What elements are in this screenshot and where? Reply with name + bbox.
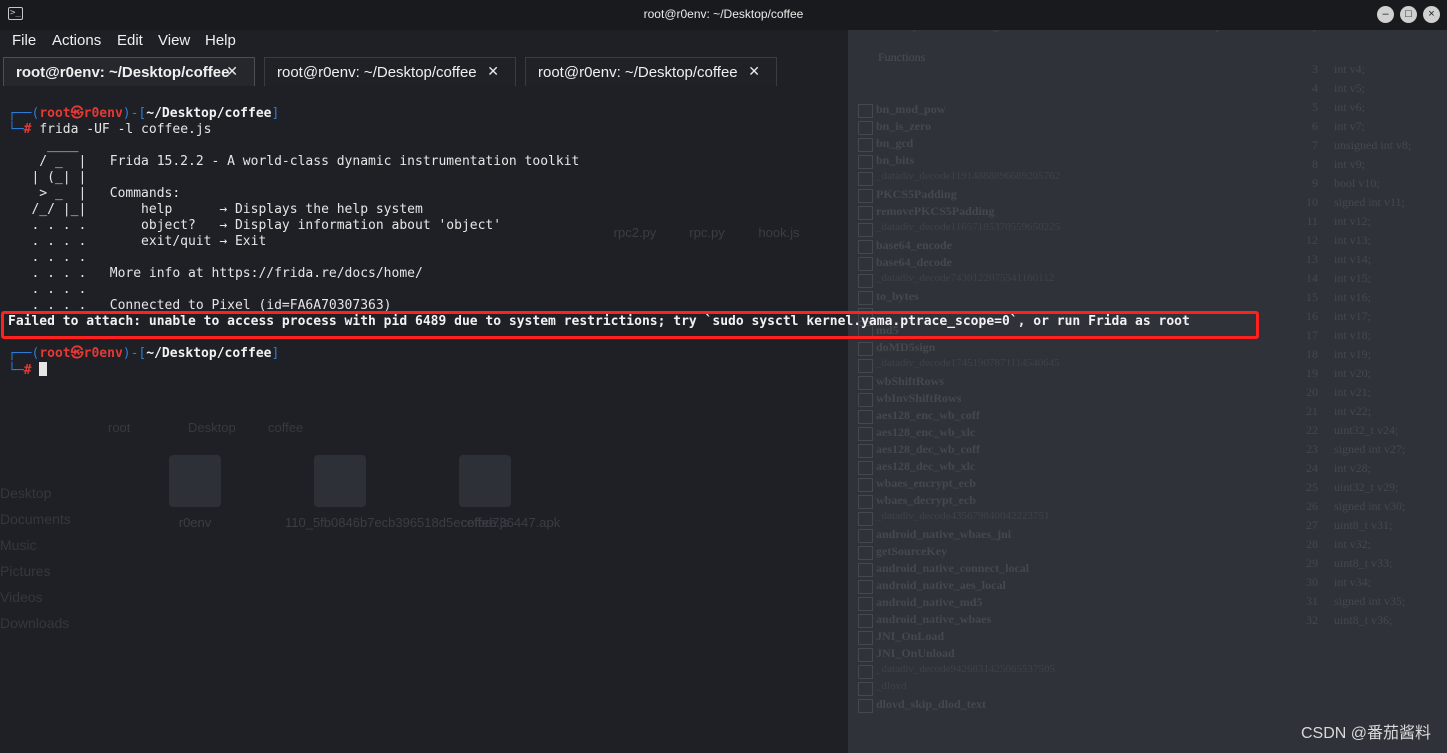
tab-1[interactable]: root@r0env: ~/Desktop/coffee ✕ xyxy=(3,57,255,86)
pseudocode-line: 3 int v4; xyxy=(1288,62,1438,81)
menu-bar: File Actions Edit View Help xyxy=(0,30,848,54)
tab-label: root@r0env: ~/Desktop/coffee xyxy=(538,64,738,81)
prompt-line-2: ┌──(root㉿r0env)-[~/Desktop/coffee] xyxy=(8,346,280,361)
watermark: CSDN @番茄酱料 xyxy=(1300,725,1431,742)
tab-label: root@r0env: ~/Desktop/coffee xyxy=(16,64,230,81)
error-highlight-box xyxy=(1,311,1259,339)
menu-help[interactable]: Help xyxy=(205,32,236,49)
banner-line: > _ | Commands: xyxy=(8,186,181,201)
banner-line: /_/ |_| help → Displays the help system xyxy=(8,202,423,217)
minimize-button[interactable]: – xyxy=(1377,6,1394,23)
tab-close-icon[interactable]: ✕ xyxy=(226,63,238,80)
line-number: 3 xyxy=(1312,62,1318,76)
close-button[interactable]: × xyxy=(1423,6,1440,23)
terminal-output[interactable]: ┌──(root㉿r0env)-[~/Desktop/coffee] └─# f… xyxy=(0,88,1447,753)
prompt-line-1: ┌──(root㉿r0env)-[~/Desktop/coffee] xyxy=(8,106,280,121)
code-text: int v4; xyxy=(1334,62,1366,76)
menu-view[interactable]: View xyxy=(158,32,190,49)
banner-line: . . . . xyxy=(8,282,87,297)
window-title: root@r0env: ~/Desktop/coffee xyxy=(643,7,804,21)
tab-close-icon[interactable]: ✕ xyxy=(487,63,499,80)
menu-edit[interactable]: Edit xyxy=(117,32,143,49)
banner-line: ____ xyxy=(8,138,79,153)
tab-3[interactable]: root@r0env: ~/Desktop/coffee ✕ xyxy=(525,57,777,86)
tab-bar: root@r0env: ~/Desktop/coffee ✕ root@r0en… xyxy=(0,55,848,87)
tab-2[interactable]: root@r0env: ~/Desktop/coffee ✕ xyxy=(264,57,516,86)
title-bar: >_ root@r0env: ~/Desktop/coffee – □ × xyxy=(0,0,1447,30)
menu-actions[interactable]: Actions xyxy=(52,32,101,49)
text-cursor xyxy=(39,362,48,376)
functions-panel-title: Functions xyxy=(878,50,926,64)
tab-label: root@r0env: ~/Desktop/coffee xyxy=(277,64,477,81)
banner-line: . . . . xyxy=(8,250,87,265)
banner-line: . . . . More info at https://frida.re/do… xyxy=(8,266,423,281)
command-line: └─# frida -UF -l coffee.js xyxy=(8,122,212,137)
banner-line: . . . . object? → Display information ab… xyxy=(8,218,502,233)
banner-line: . . . . exit/quit → Exit xyxy=(8,234,267,249)
command-text: frida -UF -l coffee.js xyxy=(39,122,212,137)
input-line[interactable]: └─# xyxy=(8,362,48,378)
banner-line: | (_| | xyxy=(8,170,87,185)
maximize-button[interactable]: □ xyxy=(1400,6,1417,23)
tab-close-icon[interactable]: ✕ xyxy=(748,63,760,80)
menu-file[interactable]: File xyxy=(12,32,36,49)
banner-line: / _ | Frida 15.2.2 - A world-class dynam… xyxy=(8,154,580,169)
